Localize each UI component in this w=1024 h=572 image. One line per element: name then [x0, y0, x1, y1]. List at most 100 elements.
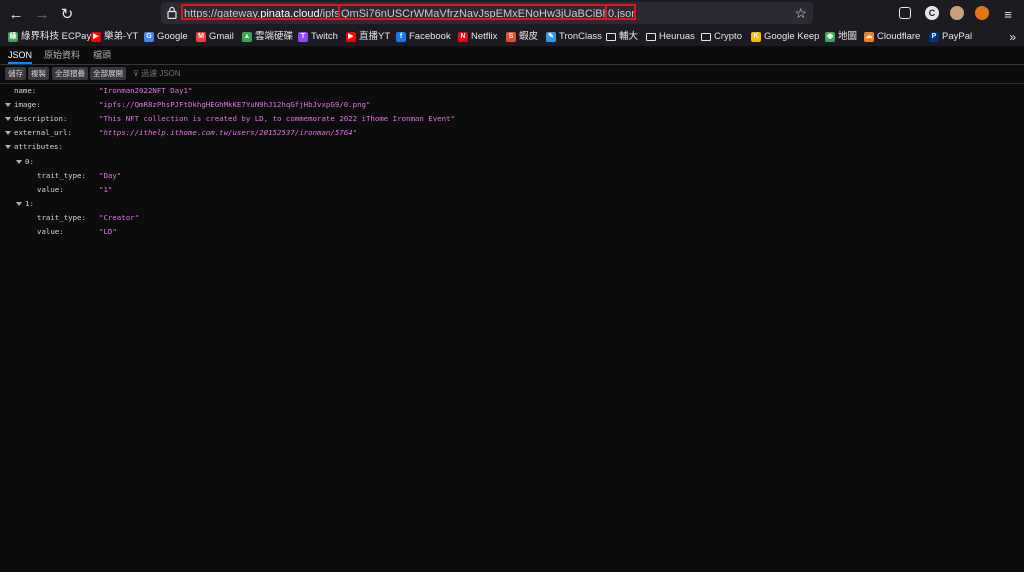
json-value: "ipfs://QmR8zPhsPJFtDkhgHEGhMkKE7YuN9hJ1… — [99, 100, 371, 110]
url-file-segment: 0.json — [605, 4, 636, 20]
gmail-icon: M — [196, 32, 206, 42]
bookmark-ecpay[interactable]: 綠綠界科技 ECPay — [8, 28, 91, 46]
bookmark-label: TronClass — [559, 31, 602, 42]
copy-button[interactable]: 複製 — [28, 67, 49, 80]
cloudflare-icon: ☁ — [864, 32, 874, 42]
bookmark-label: Netflix — [471, 31, 498, 42]
url-host-prefix: https://gateway. — [184, 8, 261, 20]
json-key: image: — [14, 100, 41, 110]
pocket-icon[interactable] — [899, 7, 911, 19]
bookmark-label: Heuruas — [659, 31, 695, 42]
bookmark-label: Crypto — [714, 31, 742, 42]
json-key: value: — [37, 184, 64, 194]
bookmark-tronclass[interactable]: ✎ TronClass — [546, 28, 602, 46]
back-icon[interactable]: ← — [6, 4, 26, 24]
expand-toggle-icon[interactable] — [5, 103, 11, 108]
metamask-icon[interactable] — [975, 6, 989, 20]
json-viewer-toolbar: 儲存 複製 全部摺疊 全部展開 ⊽ 過濾 JSON — [0, 65, 1024, 84]
facebook-icon: f — [396, 32, 406, 42]
youtube-icon: ▶ — [91, 32, 101, 42]
bookmark-label: 雲端硬碟 — [255, 31, 294, 42]
json-value: "Creator" — [99, 212, 140, 222]
bookmark-youtube[interactable]: ▶ 樂弟-YT — [91, 28, 138, 46]
extension-avatar-icon[interactable] — [950, 6, 964, 20]
tab-headers[interactable]: 檔頭 — [93, 47, 111, 64]
bookmark-google-maps[interactable]: ◉ 地圖 — [825, 28, 857, 46]
expand-all-button[interactable]: 全部展開 — [90, 67, 126, 80]
google-icon: G — [144, 32, 154, 42]
bookmark-folder-crypto[interactable]: Crypto — [701, 28, 742, 46]
save-button[interactable]: 儲存 — [5, 67, 26, 80]
bookmark-star-icon[interactable]: ☆ — [794, 5, 807, 22]
json-key: 1: — [25, 198, 34, 208]
extension-c-icon[interactable]: C — [925, 6, 939, 20]
folder-icon — [646, 33, 656, 41]
bookmark-google[interactable]: G Google — [144, 28, 188, 46]
ecpay-icon: 綠 — [8, 32, 18, 42]
json-value: "1" — [99, 184, 113, 194]
json-key: name: — [14, 86, 37, 95]
more-bookmarks-icon[interactable]: » — [1009, 28, 1016, 46]
address-bar[interactable]: https://gateway.pinata.cloud/ipfs/ QmSi7… — [161, 2, 813, 24]
bookmark-gmail[interactable]: M Gmail — [196, 28, 234, 46]
expand-toggle-icon[interactable] — [16, 159, 22, 164]
shopee-icon: S — [506, 32, 516, 42]
netflix-icon: N — [458, 32, 468, 42]
url-host-main: pinata.cloud — [260, 8, 320, 20]
forward-icon[interactable]: → — [32, 4, 52, 24]
reload-icon[interactable]: ↻ — [57, 4, 77, 24]
tronclass-icon: ✎ — [546, 32, 556, 42]
bookmark-facebook[interactable]: f Facebook — [396, 28, 451, 46]
bookmark-paypal[interactable]: P PayPal — [929, 28, 972, 46]
json-key: external_url: — [14, 128, 72, 138]
google-maps-icon: ◉ — [825, 32, 835, 42]
tab-json[interactable]: JSON — [8, 47, 33, 64]
filter-json-input[interactable]: ⊽ 過濾 JSON — [133, 67, 181, 80]
bookmark-folder-heuruas[interactable]: Heuruas — [646, 28, 695, 46]
bookmark-label: Facebook — [409, 31, 451, 42]
bookmark-label: PayPal — [942, 31, 973, 42]
json-key: trait_type: — [37, 170, 86, 180]
bookmark-youtube-live[interactable]: ▶ 直播YT — [346, 28, 390, 46]
bookmark-label: Twitch — [311, 31, 338, 42]
url-cid-segment: QmSi76nUSCrWMaVfrzNavJspEMxENoHw3jUaBCiB… — [338, 4, 607, 20]
youtube-icon: ▶ — [346, 32, 356, 42]
url-cid: QmSi76nUSCrWMaVfrzNavJspEMxENoHw3jUaBCiB… — [341, 8, 607, 20]
bookmark-label: 地圖 — [838, 31, 858, 42]
expand-toggle-icon[interactable] — [5, 131, 11, 136]
bookmark-google-drive[interactable]: ▲ 雲端硬碟 — [242, 28, 293, 46]
bookmark-label: 直播YT — [359, 31, 391, 42]
filter-placeholder: 過濾 JSON — [141, 69, 181, 78]
bookmark-folder-fju[interactable]: 輔大 — [606, 28, 638, 46]
expand-toggle-icon[interactable] — [16, 201, 22, 206]
bookmark-label: 蝦皮 — [519, 31, 539, 42]
bookmark-cloudflare[interactable]: ☁ Cloudflare — [864, 28, 920, 46]
json-key: 0: — [25, 156, 34, 166]
bookmark-twitch[interactable]: T Twitch — [298, 28, 338, 46]
menu-icon[interactable]: ≡ — [998, 4, 1018, 24]
collapse-all-button[interactable]: 全部摺疊 — [52, 67, 88, 80]
json-key: attributes: — [14, 142, 63, 152]
bookmark-label: Google — [157, 31, 188, 42]
bookmark-label: 輔大 — [619, 31, 639, 42]
json-viewer-tabs: JSON 原始資料 檔頭 — [0, 47, 1024, 65]
bookmark-netflix[interactable]: N Netflix — [458, 28, 497, 46]
bookmark-shopee[interactable]: S 蝦皮 — [506, 28, 538, 46]
json-value-link[interactable]: "https://ithelp.ithome.com.tw/users/2015… — [99, 126, 357, 140]
paypal-icon: P — [929, 32, 939, 42]
twitch-icon: T — [298, 32, 308, 42]
json-value: "Ironman2022NFT Day1" — [99, 86, 193, 95]
json-value: "This NFT collection is created by LD, t… — [99, 114, 455, 124]
json-key: trait_type: — [37, 212, 86, 222]
filter-icon: ⊽ — [133, 69, 139, 78]
folder-icon — [701, 33, 711, 41]
bookmark-google-keep[interactable]: K Google Keep — [751, 28, 819, 46]
expand-toggle-icon[interactable] — [5, 145, 11, 150]
expand-toggle-icon[interactable] — [5, 117, 11, 122]
google-keep-icon: K — [751, 32, 761, 42]
navigation-toolbar: ← → ↻ https://gateway.pinata.cloud/ipfs/… — [0, 0, 1024, 28]
bookmark-label: 樂弟-YT — [104, 31, 139, 42]
json-key: description: — [14, 114, 68, 124]
json-value: "Day" — [99, 170, 122, 180]
tab-raw-data[interactable]: 原始資料 — [44, 47, 80, 64]
